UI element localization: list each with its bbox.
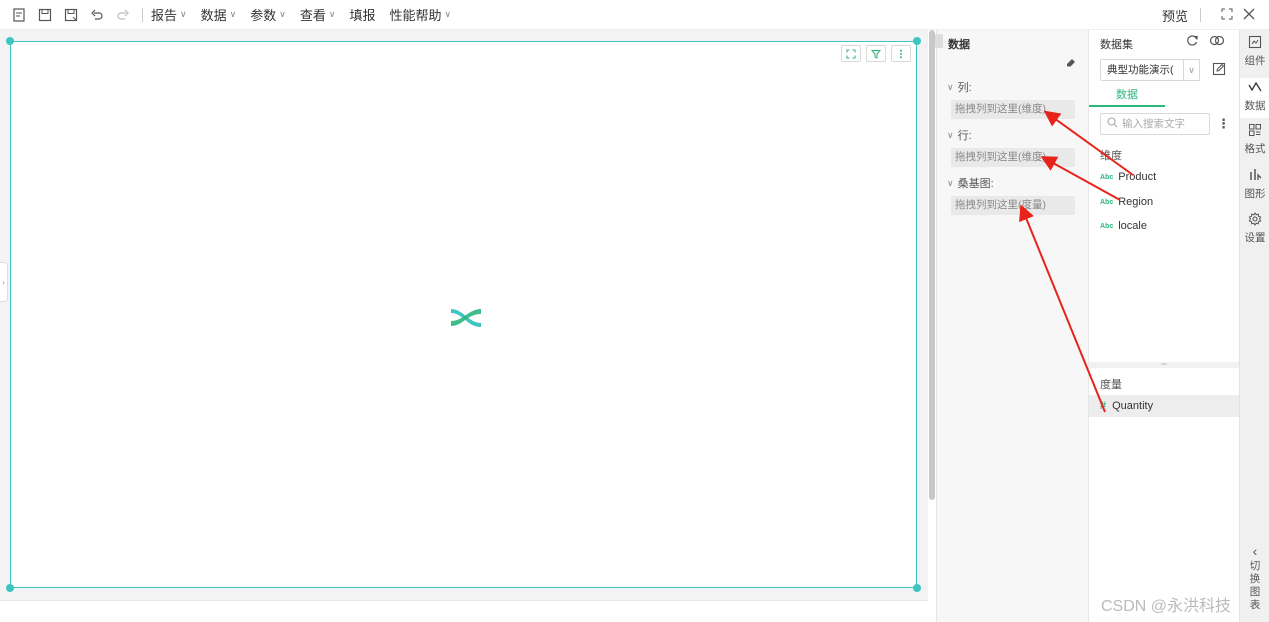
text-type-icon: Abc	[1100, 222, 1114, 230]
component-icon	[1240, 35, 1269, 52]
chevron-down-icon: ∨	[947, 177, 954, 188]
toolbar-divider	[142, 7, 143, 22]
sankey-section[interactable]: ∨ 桑基图:	[947, 175, 994, 191]
format-icon	[1240, 123, 1269, 140]
field-quantity[interactable]: # Quantity	[1089, 395, 1239, 417]
chevron-left-icon: ‹	[1252, 543, 1258, 559]
tab-data[interactable]: 数据	[1089, 85, 1165, 107]
expand-icon[interactable]	[841, 45, 861, 62]
number-type-icon: #	[1100, 400, 1107, 412]
more-options-icon[interactable]: ⋮	[1217, 116, 1230, 132]
field-locale[interactable]: Abc locale	[1089, 215, 1239, 237]
sankey-placeholder-icon	[451, 309, 481, 327]
eraser-icon[interactable]	[1066, 58, 1076, 71]
left-panel-toggle[interactable]: ›	[0, 262, 8, 302]
rail-tab-settings[interactable]: 设置	[1240, 212, 1269, 245]
menu-help[interactable]: 性能帮助 ∨	[389, 5, 451, 24]
sankey-chart-component[interactable]	[10, 41, 917, 588]
chevron-down-icon: ∨	[328, 9, 336, 19]
new-report-icon[interactable]	[8, 4, 30, 26]
rail-tab-data[interactable]: 数据	[1240, 78, 1269, 118]
preview-button[interactable]: 预览	[1162, 6, 1188, 25]
rows-section[interactable]: ∨ 行:	[947, 127, 972, 143]
more-options-icon[interactable]	[891, 45, 911, 62]
resize-handle[interactable]	[6, 584, 14, 592]
rail-tab-chart-type[interactable]: 图形	[1240, 168, 1269, 201]
resize-handle[interactable]	[913, 37, 921, 45]
rail-tab-component[interactable]: 组件	[1240, 35, 1269, 68]
menu-view[interactable]: 查看 ∨	[300, 5, 336, 24]
redo-icon[interactable]	[112, 4, 134, 26]
data-binding-panel: 数据 ∨ 列: 拖拽列到这里(维度) ∨ 行: 拖拽列到这里(维度) ∨ 桑基图: 拖…	[935, 30, 1088, 622]
dimensions-heading: 维度	[1100, 150, 1122, 162]
fullscreen-icon[interactable]	[1221, 7, 1233, 23]
chevron-down-icon: ∨	[444, 9, 452, 19]
switch-chart-label: 切换图表	[1249, 560, 1261, 611]
dataset-link-icon[interactable]	[1209, 34, 1225, 50]
toolbar-divider	[1200, 8, 1201, 22]
save-icon[interactable]	[34, 4, 56, 26]
chevron-down-icon: ∨	[229, 9, 237, 19]
chart-toolbar	[841, 45, 911, 62]
chevron-down-icon: ∨	[180, 9, 187, 19]
settings-icon	[1240, 212, 1269, 229]
refresh-icon[interactable]	[1186, 34, 1199, 50]
save-as-icon[interactable]	[60, 4, 82, 26]
resize-handle[interactable]	[913, 584, 921, 592]
top-toolbar: 报告 ∨ 数据 ∨ 参数 ∨ 查看 ∨ 填报 性能帮助 ∨ 预览	[0, 0, 1269, 30]
filter-icon[interactable]	[866, 45, 886, 62]
field-search-box	[1100, 113, 1210, 135]
text-type-icon: Abc	[1100, 198, 1114, 206]
chevron-down-icon: ∨	[279, 9, 286, 19]
panel-collapse-handle[interactable]	[935, 34, 943, 48]
chevron-down-icon: ∨	[947, 129, 954, 140]
undo-icon[interactable]	[86, 4, 108, 26]
field-product[interactable]: Abc Product	[1089, 166, 1239, 188]
data-icon	[1240, 80, 1269, 97]
chevron-down-icon[interactable]: ∨	[1183, 59, 1200, 81]
watermark: CSDN @永洪科技	[1101, 598, 1232, 615]
measures-heading: 度量	[1100, 379, 1122, 391]
canvas-footer	[0, 600, 928, 622]
columns-drop-zone[interactable]: 拖拽列到这里(维度)	[951, 100, 1075, 119]
toolbar-right: 预览	[1162, 0, 1255, 30]
menu-params[interactable]: 参数 ∨	[250, 5, 286, 24]
resize-handle[interactable]	[6, 37, 14, 45]
columns-section[interactable]: ∨ 列:	[947, 79, 972, 95]
chevron-down-icon: ∨	[947, 81, 954, 92]
panel-split-handle[interactable]: ═	[1089, 361, 1239, 368]
menu-fill[interactable]: 填报	[349, 5, 375, 24]
dataset-select[interactable]: 典型功能演示(	[1100, 59, 1194, 81]
menu-report[interactable]: 报告 ∨	[151, 5, 187, 24]
text-type-icon: Abc	[1100, 173, 1114, 181]
edit-dataset-icon[interactable]	[1210, 60, 1228, 78]
property-tab-rail: 组件 数据 格式 图形 设置 ‹ 切换图表	[1239, 30, 1269, 622]
search-input[interactable]	[1122, 118, 1202, 130]
close-icon[interactable]	[1243, 7, 1255, 23]
data-panel-title: 数据	[948, 39, 970, 51]
chart-type-icon	[1240, 168, 1269, 185]
dataset-panel-title: 数据集	[1100, 39, 1133, 51]
canvas-scrollbar[interactable]	[929, 30, 935, 500]
sankey-drop-zone[interactable]: 拖拽列到这里(度量)	[951, 196, 1075, 215]
field-region[interactable]: Abc Region	[1089, 191, 1239, 213]
rows-drop-zone[interactable]: 拖拽列到这里(维度)	[951, 148, 1075, 167]
menu-data[interactable]: 数据 ∨	[201, 5, 237, 24]
dataset-panel: 数据集 典型功能演示( ∨ 数据 ⋮ 维度 AbcProduct AbcRegi…	[1088, 30, 1239, 622]
rail-tab-format[interactable]: 格式	[1240, 123, 1269, 156]
switch-chart-button[interactable]: ‹ 切换图表	[1240, 543, 1269, 612]
search-icon	[1107, 117, 1118, 131]
